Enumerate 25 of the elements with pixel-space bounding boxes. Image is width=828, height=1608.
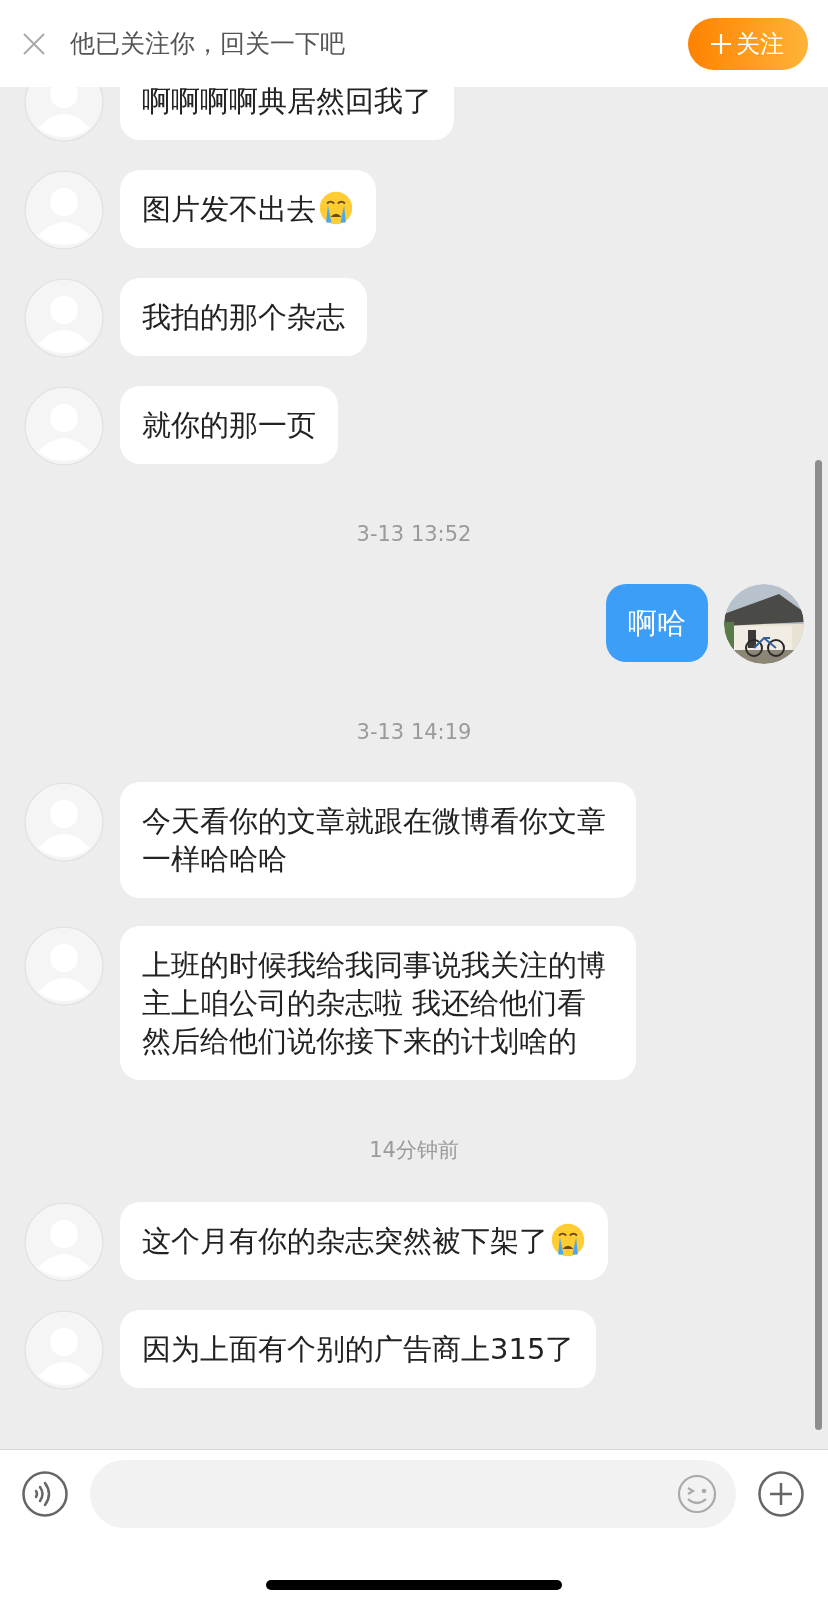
message-bubble: 因为上面有个别的广告商上315了 — [120, 1310, 597, 1388]
message-bubble: 图片发不出去 — [120, 170, 376, 248]
avatar-icon — [24, 386, 104, 466]
follow-prompt: 他已关注你，回关一下吧 — [70, 28, 346, 60]
plus-icon[interactable] — [758, 1471, 804, 1517]
message-bubble: 啊哈 — [606, 584, 708, 662]
avatar-icon — [24, 278, 104, 358]
timestamp: 14分钟前 — [369, 1137, 459, 1164]
message-bubble: 就你的那一页 — [120, 386, 338, 464]
message-bubble: 我拍的那个杂志 — [120, 278, 367, 356]
message-bubble: 今天看你的文章就跟在微博看你文章一样哈哈哈 — [120, 782, 636, 898]
timestamp: 3-13 13:52 — [356, 522, 472, 546]
timestamp: 3-13 14:19 — [356, 720, 472, 744]
avatar-icon — [24, 1310, 104, 1390]
avatar-icon — [24, 1202, 104, 1282]
close-icon[interactable] — [22, 31, 46, 56]
voice-icon[interactable] — [22, 1471, 68, 1517]
avatar-icon — [24, 782, 104, 862]
scrollbar[interactable] — [815, 460, 822, 1430]
plus-icon — [710, 32, 732, 55]
follow-button[interactable]: 关注 — [688, 17, 808, 70]
avatar-icon — [24, 170, 104, 250]
avatar-icon — [24, 926, 104, 1006]
message-bubble: 上班的时候我给我同事说我关注的博主上咱公司的杂志啦 我还给他们看然后给他们说你接下来的计划啥的 — [120, 926, 636, 1080]
message-bubble: 这个月有你的杂志突然被下架了 — [120, 1202, 608, 1280]
